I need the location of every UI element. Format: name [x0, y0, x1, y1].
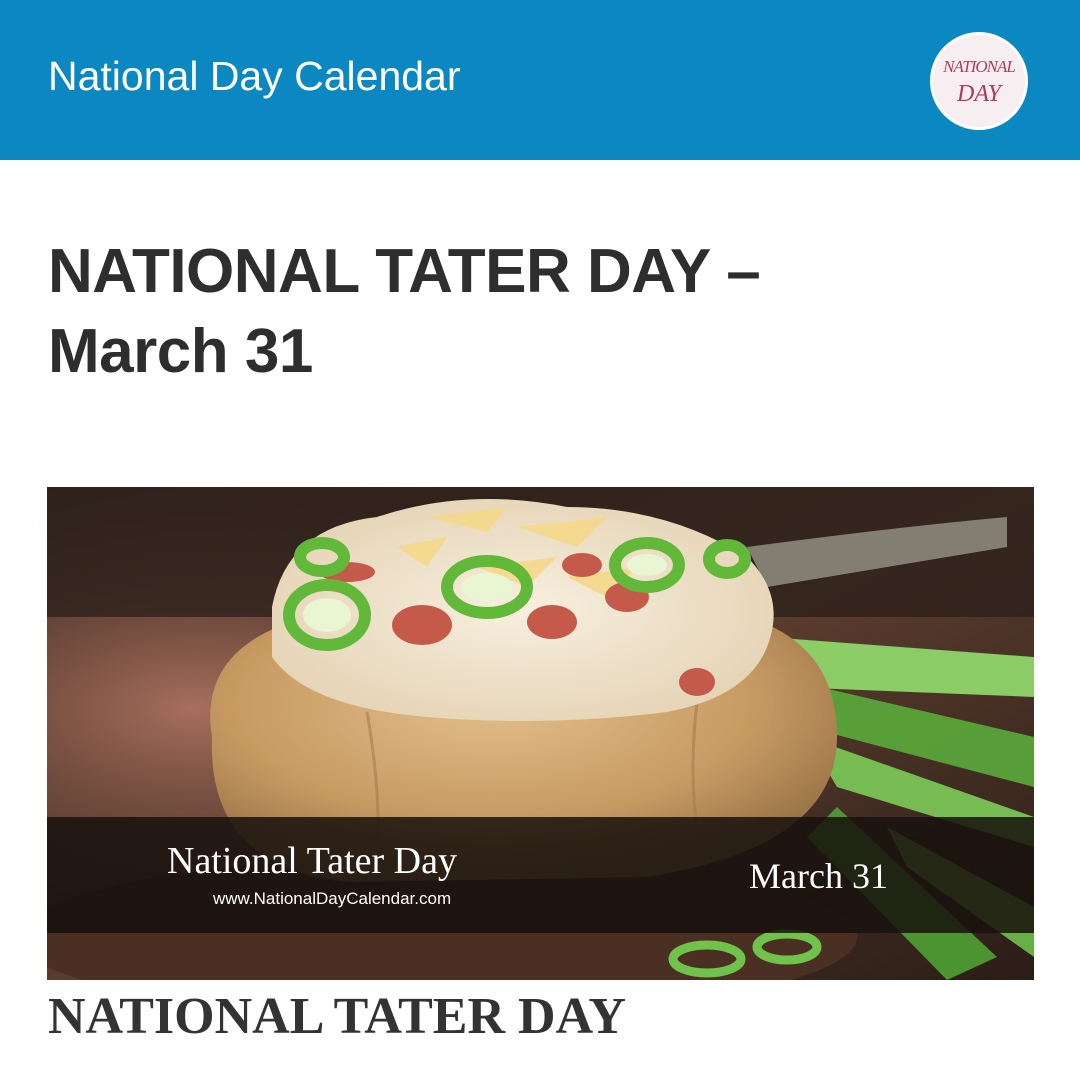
site-logo[interactable]: NATIONAL DAY [930, 32, 1028, 130]
section-heading: NATIONAL TATER DAY [48, 988, 626, 1045]
logo-text-national: NATIONAL [943, 57, 1016, 76]
image-caption-banner: National Tater Day www.NationalDayCalend… [47, 817, 1034, 933]
article-headline: NATIONAL TATER DAY – March 31 [48, 237, 761, 386]
logo-text-day: DAY [956, 81, 1001, 107]
featured-image: National Tater Day www.NationalDayCalend… [47, 487, 1034, 980]
banner-title: National Tater Day [167, 840, 457, 882]
banner-url: www.NationalDayCalendar.com [213, 889, 452, 908]
site-title[interactable]: National Day Calendar [48, 56, 461, 97]
banner-date: March 31 [749, 856, 888, 896]
top-bar: National Day Calendar NATIONAL DAY [0, 0, 1080, 160]
